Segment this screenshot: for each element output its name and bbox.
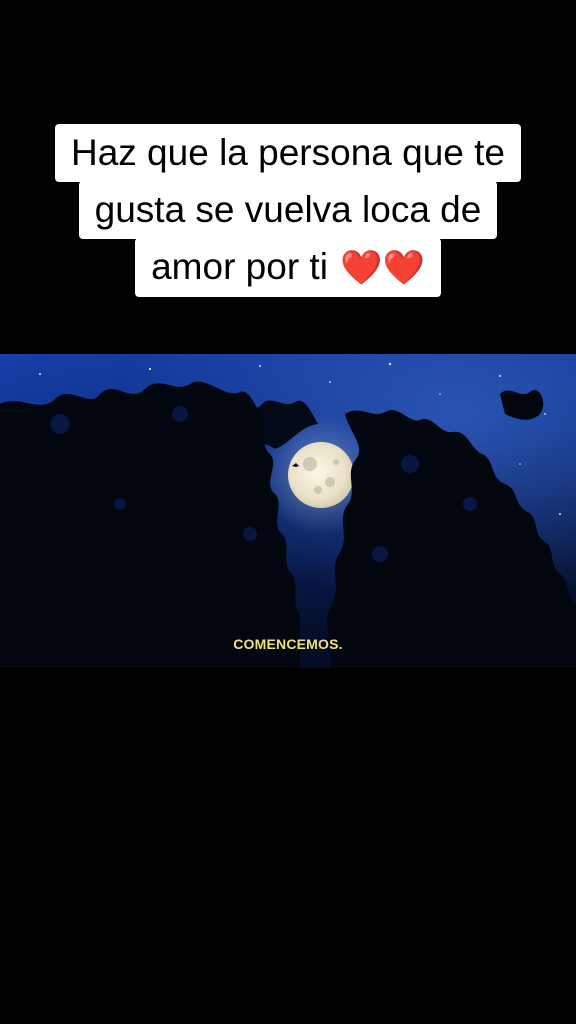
video-subtitle: COMENCEMOS.: [233, 636, 343, 652]
heart-emoji: ❤️❤️: [340, 248, 425, 288]
night-scene: [0, 354, 576, 668]
video-frame[interactable]: COMENCEMOS.: [0, 354, 576, 668]
caption-line-3-text: amor por ti: [151, 246, 328, 287]
caption-line-1: Haz que la persona que te: [54, 124, 522, 182]
moon: [288, 442, 354, 508]
caption-overlay: Haz que la persona que te gusta se vuelv…: [0, 124, 576, 297]
caption-line-3: amor por ti ❤️❤️: [135, 238, 441, 297]
caption-line-2: gusta se vuelva loca de: [78, 181, 498, 239]
